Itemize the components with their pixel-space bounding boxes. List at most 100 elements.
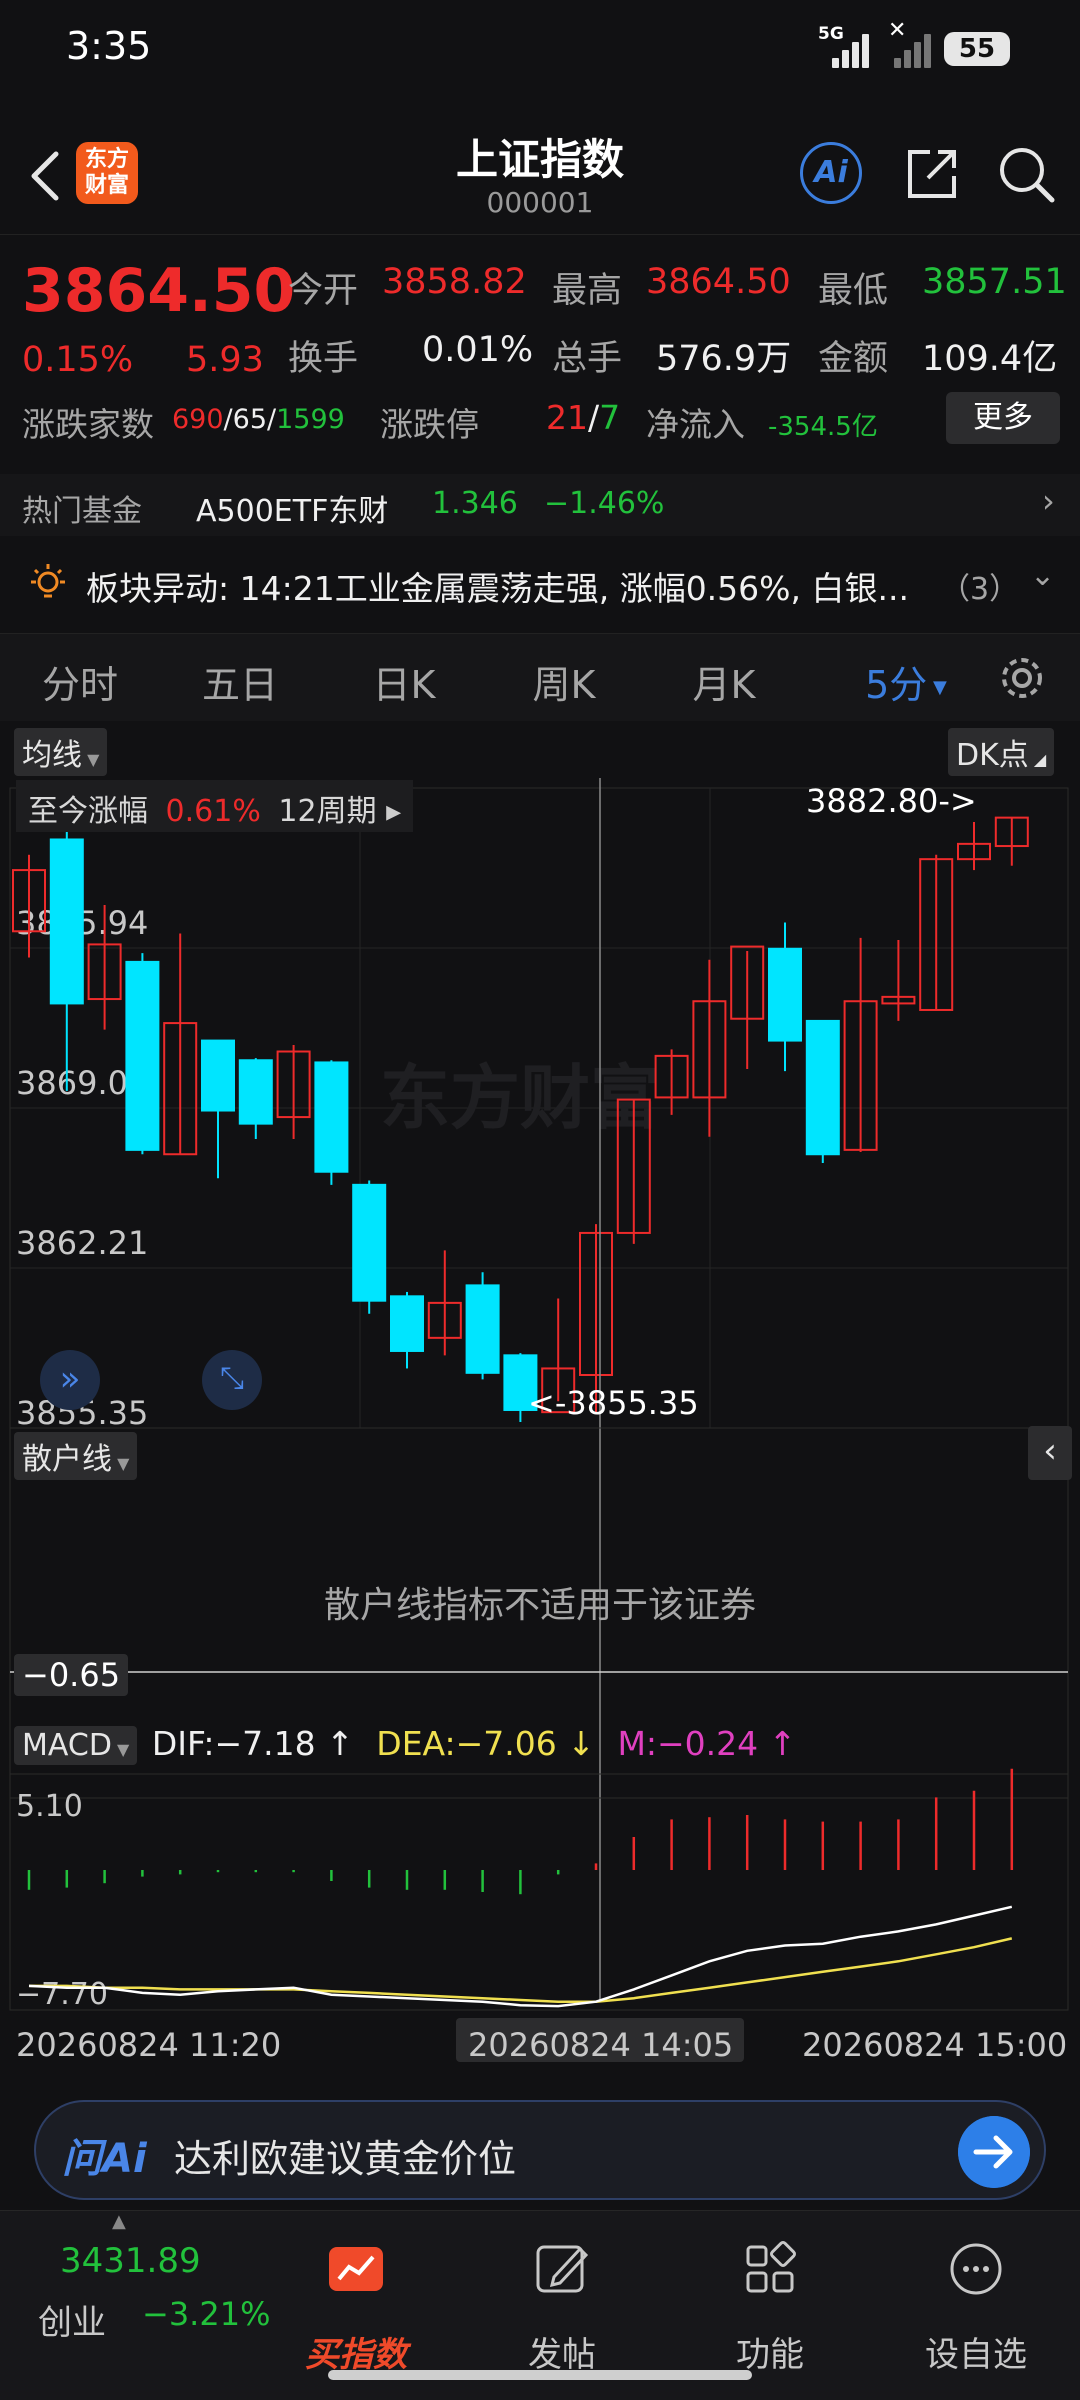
dropdown-icon: ▼ [927,677,947,698]
nav-buy-index[interactable]: 买指数 [266,2241,446,2375]
battery-icon: 55 [944,32,1010,66]
open-value: 3858.82 [382,262,527,302]
change-percent: 0.15% [22,340,134,380]
low-value: 3857.51 [922,262,1067,302]
retail-line-message: 散户线指标不适用于该证券 [323,1585,756,1626]
more-button[interactable]: 更多 [946,392,1060,444]
collapse-panel-button[interactable]: ‹ [1028,1426,1072,1480]
candle-body [201,1039,235,1112]
hot-fund-change: −1.46% [544,486,665,521]
tab-weekly-k[interactable]: 周K [504,654,624,709]
amount-value: 109.4亿 [922,339,1058,379]
time-axis-cursor: 20260824 14:05 [468,2026,733,2062]
search-icon[interactable] [994,142,1058,206]
min-price-annotation: <-3855.35 [528,1384,699,1422]
tab-daily-k[interactable]: 日K [344,654,464,709]
settings-gear-icon[interactable] [996,652,1048,704]
ma-selector[interactable]: 均线 ▼ [14,728,108,776]
candle-body [805,1019,840,1156]
macd-axis-top: 5.10 [16,1789,83,1824]
turnover-value: 0.01% [422,330,534,370]
lightbulb-icon [31,564,65,598]
candle-body [238,1059,273,1125]
grid-apps-icon [746,2241,796,2293]
share-icon[interactable] [900,142,964,206]
chart-expand-left-button[interactable]: » [40,1350,100,1410]
macd-legend: MACD ▼ DIF:−7.18 ↑ DEA:−7.06 ↓ M:−0.24 ↑ [14,1724,797,1765]
turnover-label: 换手 [288,339,359,379]
mini-index-change: −3.21% [142,2295,271,2333]
news-text: 板块异动: 14:21工业金属震荡走强, 涨幅0.56%, 白银... [86,569,909,608]
tab-5min[interactable]: 5分 ▼ [836,654,976,709]
macd-axis-bottom: −7.70 [16,1977,108,2012]
tab-five-day[interactable]: 五日 [180,654,300,709]
dk-point-selector[interactable]: DK点 ◢ [948,728,1055,776]
nav-post[interactable]: 发帖 [472,2241,652,2375]
amount-label: 金额 [818,339,889,379]
high-value: 3864.50 [646,262,791,302]
nav-functions[interactable]: 功能 [680,2241,860,2375]
trend-chart-icon [329,2247,383,2291]
netflow-value: -354.5亿 [768,412,878,442]
home-indicator [328,2370,752,2380]
ai-assistant-icon[interactable]: Ai [800,142,862,204]
signal-5g-icon: 5G [818,24,869,68]
kline-chart[interactable]: 东方财富3875.943869.083862.213855.353882.80-… [0,722,1080,2062]
breadth-label: 涨跌家数 [22,405,154,444]
macd-dea-line [29,1937,1013,2003]
high-label: 最高 [552,271,623,311]
price-axis-tick: 3862.21 [16,1224,148,1262]
max-price-annotation: 3882.80-> [806,782,977,820]
status-time: 3:35 [66,24,152,68]
news-count: （3） [940,572,1020,607]
signal-icon: ✕ [888,18,932,68]
hot-fund-row[interactable]: 热门基金 A500ETF东财 1.346 −1.46% › [0,474,1080,536]
limit-label: 涨跌停 [380,405,479,444]
candle-body [768,947,802,1042]
news-row[interactable]: 板块异动: 14:21工业金属震荡走强, 涨幅0.56%, 白银... （3） … [0,548,1080,620]
hot-fund-name: A500ETF东财 [196,494,389,529]
macd-m: M:−0.24 ↑ [617,1724,797,1763]
more-dots-icon [950,2243,1002,2295]
volume-value: 576.9万 [656,339,792,379]
breadth-value: 690/65/1599 [172,404,345,435]
mini-index-name: 创业 [38,2303,106,2343]
chevron-right-icon: › [1042,482,1055,520]
netflow-label: 净流入 [646,405,745,444]
send-arrow-icon[interactable] [958,2116,1030,2188]
mini-index-widget[interactable]: ▲ 3431.89 创业 −3.21% [0,2211,270,2400]
low-label: 最低 [818,271,889,311]
chevron-down-icon[interactable]: ⌄ [1030,558,1055,593]
ai-ask-bar[interactable]: 问Ai 达利欧建议黄金价位 [34,2100,1046,2200]
caret-up-icon: ▲ [112,2211,126,2232]
retail-line-selector[interactable]: 散户线 ▼ [14,1432,138,1480]
macd-selector[interactable]: MACD ▼ [14,1726,138,1765]
current-price: 3864.50 [22,256,296,326]
macd-dea: DEA:−7.06 ↓ [376,1724,595,1763]
time-axis-right: 20260824 15:00 [802,2026,1067,2062]
candle-body [125,960,160,1151]
change-amount: 5.93 [186,340,264,380]
limit-value: 21/7 [546,398,621,437]
candle-body [49,838,84,1005]
candle-body [352,1183,387,1302]
hot-fund-price: 1.346 [432,486,518,521]
tab-intraday[interactable]: 分时 [20,654,140,709]
nav-add-watchlist[interactable]: 设自选 [886,2241,1066,2375]
volume-label: 总手 [552,339,623,379]
candle-body [390,1295,424,1352]
retail-line-value: −0.65 [14,1654,129,1696]
open-label: 今开 [288,271,359,311]
macd-dif: DIF:−7.18 ↑ [151,1724,354,1763]
chart-fullscreen-button[interactable]: ⤡ [202,1350,262,1410]
candle-body [465,1284,500,1374]
time-axis-left: 20260824 11:20 [16,2026,281,2062]
ai-prompt-text: 达利欧建议黄金价位 [174,2137,517,2181]
range-stats[interactable]: 至今涨幅 0.61% 12周期 ▸ [16,780,414,832]
mini-index-price: 3431.89 [60,2241,201,2281]
chart-tab-bar: 分时 五日 日K 周K 月K 5分 ▼ [0,633,1080,721]
macd-dif-line [28,1905,1013,2008]
ai-brand-label: 问Ai [62,2136,147,2182]
hot-fund-label: 热门基金 [22,494,142,529]
tab-monthly-k[interactable]: 月K [664,654,784,709]
